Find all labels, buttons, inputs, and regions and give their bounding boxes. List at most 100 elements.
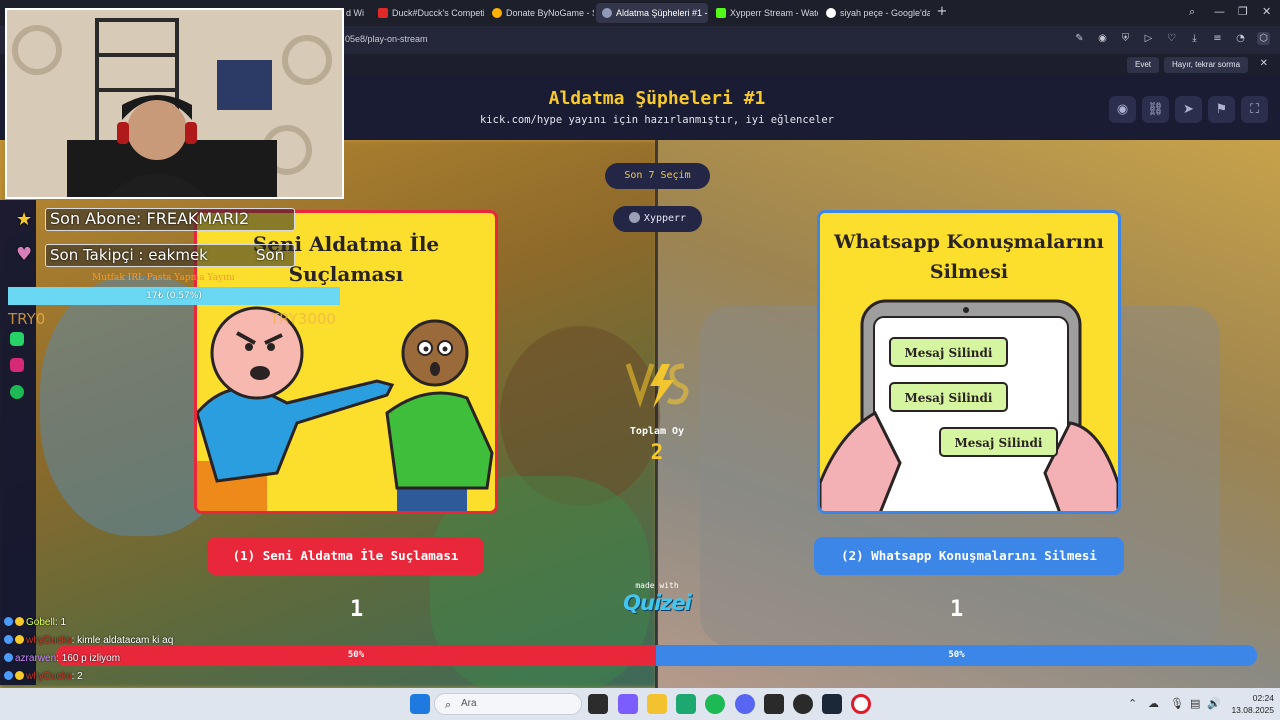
link-icon[interactable]: ⛓ xyxy=(1142,96,1169,123)
chat-text: : 160 p izliyom xyxy=(56,653,121,664)
message-bubble: Mesaj Silindi xyxy=(904,391,993,405)
webcam-scene xyxy=(7,10,342,197)
microphone-icon[interactable]: 🎙 xyxy=(1170,697,1184,710)
download-icon[interactable]: ⤓ xyxy=(1188,32,1201,45)
whatsapp-icon xyxy=(10,332,24,346)
badge-icon xyxy=(4,653,13,662)
file-explorer-icon[interactable] xyxy=(647,694,667,714)
menu-icon[interactable]: ≡ xyxy=(1211,32,1224,45)
recent-choices-pill[interactable]: Son 7 Seçim xyxy=(605,163,710,189)
clock-time: 02:24 xyxy=(1252,693,1274,703)
chat-user: azrarwen xyxy=(15,653,57,664)
option-right-card[interactable]: Whatsapp Konuşmalarını Silmesi Mesaj Sil… xyxy=(817,210,1121,514)
app-icon[interactable] xyxy=(764,694,784,714)
spotify-icon xyxy=(10,385,24,399)
profile-icon[interactable]: ◔ xyxy=(1234,32,1247,45)
maximize-icon[interactable]: ❐ xyxy=(1238,5,1248,18)
total-votes-value: 2 xyxy=(650,440,664,464)
play-icon[interactable]: ▷ xyxy=(1142,32,1155,45)
quizei-logo[interactable]: Quizei xyxy=(606,591,708,615)
extension-icon[interactable]: ⬡ xyxy=(1257,32,1270,45)
hype-goal-bar: 17₺ (0.57%) xyxy=(8,287,340,305)
send-icon[interactable]: ➤ xyxy=(1175,96,1202,123)
total-votes-label: Toplam Oy xyxy=(629,426,685,437)
minimize-icon[interactable]: — xyxy=(1214,5,1225,18)
chat-user: whyDucks xyxy=(26,671,72,682)
heart-icon[interactable]: ♡ xyxy=(1165,32,1178,45)
tab-label: Donate ByNoGame - Stre xyxy=(506,8,594,18)
badge-icon xyxy=(4,671,13,680)
flag-icon[interactable]: ⚑ xyxy=(1208,96,1235,123)
eye-icon[interactable]: ◉ xyxy=(1109,96,1136,123)
taskbar-search[interactable]: ⌕ Ara xyxy=(434,693,582,715)
windows-start-icon[interactable] xyxy=(410,694,430,714)
instagram-icon xyxy=(10,358,24,372)
search-icon: ⌕ xyxy=(445,698,452,711)
badge-icon xyxy=(4,635,13,644)
tab-label: Xypperr Stream - Watch L xyxy=(730,8,818,18)
close-notification-icon[interactable]: ✕ xyxy=(1260,58,1268,69)
tab-favicon-icon xyxy=(602,8,612,18)
tab-1[interactable]: d Wi xyxy=(340,3,370,23)
tab-2[interactable]: Duck#Ducck's Competitiv xyxy=(372,3,484,23)
heart-icon: ♥ xyxy=(16,244,33,265)
option-right-button[interactable]: (2) Whatsapp Konuşmalarını Silmesi xyxy=(814,537,1124,575)
toolbar-icons: ✎ ◉ ⛨ ▷ ♡ ⤓ ≡ ◔ ⬡ xyxy=(1073,32,1270,45)
tab-label: d Wi xyxy=(346,8,364,18)
star-icon: ★ xyxy=(16,209,33,230)
close-window-icon[interactable]: ✕ xyxy=(1262,5,1271,18)
fullscreen-icon[interactable]: ⛶ xyxy=(1241,96,1268,123)
spotify-taskbar-icon[interactable] xyxy=(705,694,725,714)
edge-icon[interactable] xyxy=(676,694,696,714)
overlay-sidebar xyxy=(0,200,36,685)
tab-active-quiz[interactable]: Aldatma Şüpheleri #1 - C xyxy=(596,3,708,23)
clock[interactable]: 02:24 13.08.2025 xyxy=(1224,692,1274,716)
chat-message: whyDucks: kimle aldatacam ki aq xyxy=(4,633,173,648)
no-dont-ask-button[interactable]: Hayır, tekrar sorma xyxy=(1164,57,1249,73)
user-avatar-icon xyxy=(628,212,640,223)
obs-icon[interactable] xyxy=(793,694,813,714)
windows-taskbar: ⌕ Ara ⌃ ☁ 🎙 ▤ 🔊 02:24 13.08.2025 xyxy=(0,688,1280,720)
tab-3[interactable]: Donate ByNoGame - Stre xyxy=(486,3,594,23)
tray-chevron-icon[interactable]: ⌃ xyxy=(1128,697,1137,710)
new-tab-plus-icon[interactable]: + xyxy=(935,5,949,19)
tab-label: Duck#Ducck's Competitiv xyxy=(392,8,484,18)
right-percentage-bar: 50% xyxy=(656,645,1257,666)
tab-5[interactable]: Xypperr Stream - Watch L xyxy=(710,3,818,23)
network-icon[interactable]: ▤ xyxy=(1190,697,1200,710)
edit-icon[interactable]: ✎ xyxy=(1073,32,1086,45)
last-sub-text: Son Abone: FREAKMARI2 xyxy=(50,209,250,228)
screen: d Wi Duck#Ducck's Competitiv Donate ByNo… xyxy=(0,0,1280,720)
clock-date: 13.08.2025 xyxy=(1231,705,1274,715)
last-follow-text: Son Takipçi : eakmek xyxy=(50,246,208,264)
copilot-icon[interactable] xyxy=(618,694,638,714)
message-bubble: Mesaj Silindi xyxy=(954,436,1043,450)
chat-user: Gobell xyxy=(26,617,55,628)
message-bubble: Mesaj Silindi xyxy=(904,346,993,360)
url-field[interactable]: 05e8/play-on-stream xyxy=(345,34,428,44)
tab-6[interactable]: siyah peçe - Google'da Ar xyxy=(820,3,930,23)
search-tabs-icon[interactable]: ⌕ xyxy=(1189,5,1195,19)
chat-user: whyDucks xyxy=(26,635,72,646)
quiz-header-actions: ◉ ⛓ ➤ ⚑ ⛶ xyxy=(1109,96,1268,123)
task-view-icon[interactable] xyxy=(588,694,608,714)
versus-lightning-icon xyxy=(625,363,689,408)
tab-label: siyah peçe - Google'da Ar xyxy=(840,8,930,18)
shield-icon[interactable]: ⛨ xyxy=(1119,32,1132,45)
volume-icon[interactable]: 🔊 xyxy=(1207,697,1221,710)
camera-icon[interactable]: ◉ xyxy=(1096,32,1109,45)
steam-icon[interactable] xyxy=(822,694,842,714)
tray-app-icon[interactable]: ☁ xyxy=(1148,697,1159,710)
option-left-button[interactable]: (1) Seni Aldatma İle Suçlaması xyxy=(207,537,484,575)
badge-icon xyxy=(15,617,24,626)
discord-icon[interactable] xyxy=(735,694,755,714)
made-with-label: made with xyxy=(635,581,679,590)
hype-goal-value: 17₺ (0.57%) xyxy=(146,291,202,301)
right-vote-count: 1 xyxy=(950,597,964,622)
left-vote-count: 1 xyxy=(350,597,364,622)
chat-message: Gobell: 1 xyxy=(4,615,66,630)
chat-text: : 1 xyxy=(54,617,67,628)
tab-label: Aldatma Şüpheleri #1 - C xyxy=(616,8,708,18)
yes-button[interactable]: Evet xyxy=(1127,57,1160,73)
opera-icon[interactable] xyxy=(851,694,871,714)
